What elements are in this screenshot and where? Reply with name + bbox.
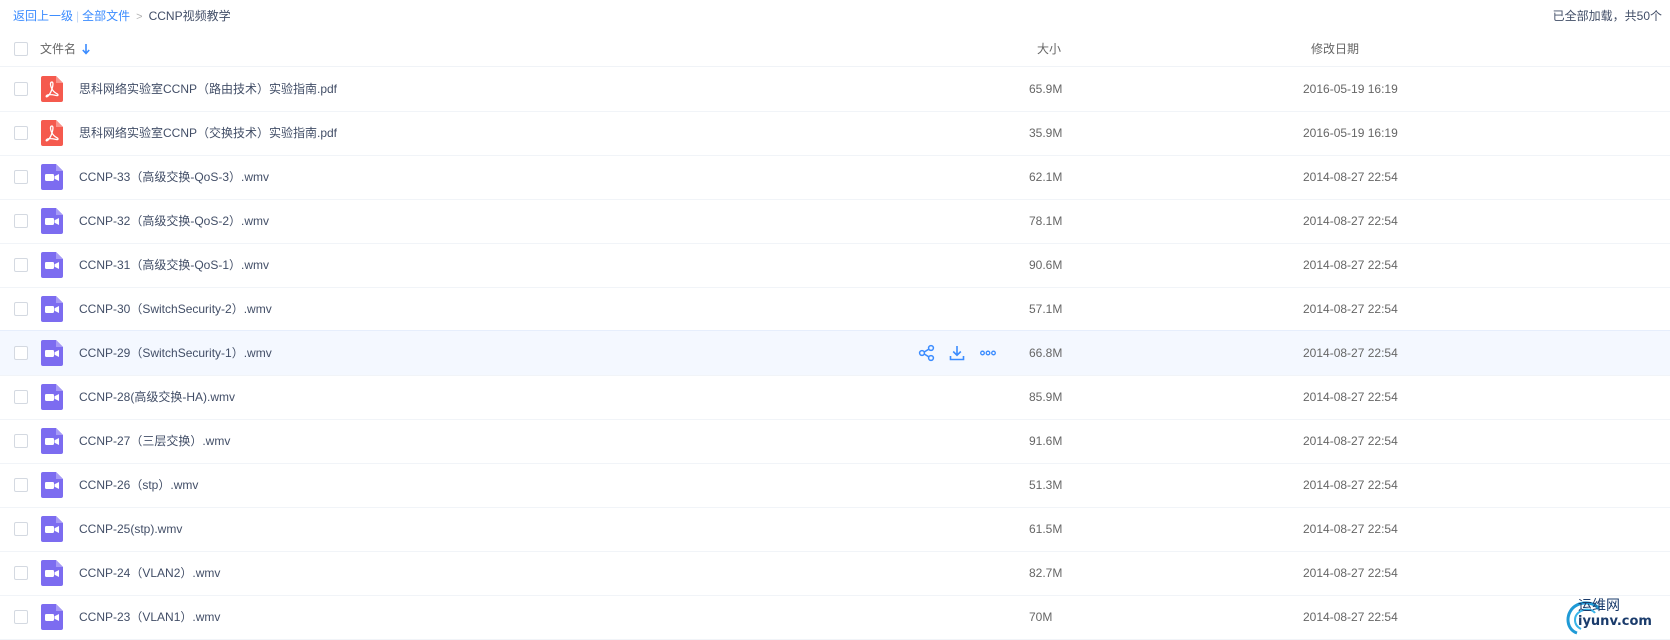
sort-down-arrow-icon[interactable]	[82, 43, 90, 59]
file-row-checkbox[interactable]	[14, 302, 28, 316]
watermark-en: iyunv.com	[1578, 614, 1652, 629]
file-row[interactable]: CCNP-27（三层交换）.wmv 91.6M 2014-08-27 22:54	[0, 419, 1670, 464]
file-row[interactable]: 思科网络实验室CCNP（路由技术）实验指南.pdf 65.9M 2016-05-19…	[0, 67, 1670, 112]
column-name-label: 文件名	[40, 42, 77, 56]
file-name[interactable]: 思科网络实验室CCNP（交换技术）实验指南.pdf	[79, 124, 337, 142]
file-row-checkbox[interactable]	[14, 478, 28, 492]
column-header-date[interactable]: 修改日期	[1311, 41, 1359, 57]
file-name[interactable]: CCNP-29（SwitchSecurity-1）.wmv	[79, 344, 272, 362]
load-status: 已全部加载，共50个	[1552, 9, 1662, 23]
file-name[interactable]: CCNP-30（SwitchSecurity-2）.wmv	[79, 300, 272, 318]
file-name[interactable]: CCNP-24（VLAN2）.wmv	[79, 564, 220, 582]
list-header: 文件名 大小 修改日期	[0, 32, 1670, 67]
file-row[interactable]: 思科网络实验室CCNP（交换技术）实验指南.pdf 35.9M 2016-05-19…	[0, 111, 1670, 156]
file-name[interactable]: CCNP-25(stp).wmv	[79, 520, 182, 538]
file-name[interactable]: CCNP-32（高级交换-QoS-2）.wmv	[79, 212, 269, 230]
file-date: 2014-08-27 22:54	[1303, 434, 1398, 448]
back-link[interactable]: 返回上一级	[13, 9, 73, 23]
file-size: 65.9M	[1029, 82, 1063, 96]
file-date: 2014-08-27 22:54	[1303, 258, 1398, 272]
file-name[interactable]: CCNP-26（stp）.wmv	[79, 476, 198, 494]
file-row-checkbox[interactable]	[14, 214, 28, 228]
video-file-icon	[41, 296, 63, 322]
select-all-checkbox[interactable]	[14, 42, 28, 56]
file-name[interactable]: CCNP-23（VLAN1）.wmv	[79, 608, 220, 626]
file-size: 66.8M	[1029, 346, 1063, 360]
file-row-checkbox[interactable]	[14, 346, 28, 360]
watermark-cn: 运维网	[1578, 598, 1620, 614]
video-file-icon	[41, 560, 63, 586]
file-size: 35.9M	[1029, 126, 1063, 140]
file-row-checkbox[interactable]	[14, 434, 28, 448]
video-file-icon	[41, 604, 63, 630]
video-file-icon	[41, 384, 63, 410]
file-size: 82.7M	[1029, 566, 1063, 580]
file-size: 90.6M	[1029, 258, 1063, 272]
file-date: 2016-05-19 16:19	[1303, 126, 1398, 140]
video-file-icon	[41, 164, 63, 190]
file-row[interactable]: CCNP-26（stp）.wmv 51.3M 2014-08-27 22:54	[0, 463, 1670, 508]
all-files-link[interactable]: 全部文件	[82, 9, 130, 23]
file-date: 2014-08-27 22:54	[1303, 522, 1398, 536]
file-name[interactable]: 思科网络实验室CCNP（路由技术）实验指南.pdf	[79, 80, 337, 98]
file-row[interactable]: CCNP-28(高级交换-HA).wmv 85.9M 2014-08-27 22:5…	[0, 375, 1670, 420]
video-file-icon	[41, 516, 63, 542]
file-size: 70M	[1029, 610, 1053, 624]
file-name[interactable]: CCNP-31（高级交换-QoS-1）.wmv	[79, 256, 269, 274]
pdf-file-icon	[41, 76, 63, 102]
video-file-icon	[41, 252, 63, 278]
file-size: 91.6M	[1029, 434, 1063, 448]
file-date: 2014-08-27 22:54	[1303, 302, 1398, 316]
file-row[interactable]: CCNP-29（SwitchSecurity-1）.wmv 66.8M 2014-0…	[0, 330, 1670, 376]
column-header-name[interactable]: 文件名	[40, 41, 90, 59]
file-name[interactable]: CCNP-28(高级交换-HA).wmv	[79, 388, 235, 406]
video-file-icon	[41, 208, 63, 234]
breadcrumb-separator: |	[76, 9, 80, 23]
file-row-checkbox[interactable]	[14, 610, 28, 624]
file-row[interactable]: CCNP-32（高级交换-QoS-2）.wmv 78.1M 2014-08-27 2…	[0, 199, 1670, 244]
video-file-icon	[41, 340, 63, 366]
file-date: 2014-08-27 22:54	[1303, 346, 1398, 360]
file-date: 2014-08-27 22:54	[1303, 566, 1398, 580]
file-size: 61.5M	[1029, 522, 1063, 536]
file-date: 2014-08-27 22:54	[1303, 214, 1398, 228]
file-date: 2014-08-27 22:54	[1303, 610, 1398, 624]
file-row-checkbox[interactable]	[14, 566, 28, 580]
file-size: 51.3M	[1029, 478, 1063, 492]
breadcrumb: 返回上一级 | 全部文件 > CCNP视频教学	[13, 8, 231, 24]
file-date: 2014-08-27 22:54	[1303, 390, 1398, 404]
file-name[interactable]: CCNP-33（高级交换-QoS-3）.wmv	[79, 168, 269, 186]
file-size: 78.1M	[1029, 214, 1063, 228]
column-header-size[interactable]: 大小	[1037, 41, 1061, 57]
file-row[interactable]: CCNP-23（VLAN1）.wmv 70M 2014-08-27 22:54	[0, 595, 1670, 640]
file-row-checkbox[interactable]	[14, 82, 28, 96]
file-row[interactable]: CCNP-24（VLAN2）.wmv 82.7M 2014-08-27 22:54	[0, 551, 1670, 596]
file-name[interactable]: CCNP-27（三层交换）.wmv	[79, 432, 230, 450]
file-row[interactable]: CCNP-30（SwitchSecurity-2）.wmv 57.1M 2014-0…	[0, 287, 1670, 332]
more-icon[interactable]	[979, 344, 997, 362]
file-row-checkbox[interactable]	[14, 522, 28, 536]
file-size: 85.9M	[1029, 390, 1063, 404]
file-date: 2014-08-27 22:54	[1303, 478, 1398, 492]
file-row-checkbox[interactable]	[14, 126, 28, 140]
file-row[interactable]: CCNP-25(stp).wmv 61.5M 2014-08-27 22:54	[0, 507, 1670, 552]
file-row[interactable]: CCNP-31（高级交换-QoS-1）.wmv 90.6M 2014-08-27 2…	[0, 243, 1670, 288]
video-file-icon	[41, 472, 63, 498]
file-size: 57.1M	[1029, 302, 1063, 316]
breadcrumb-arrow: >	[136, 11, 143, 23]
video-file-icon	[41, 428, 63, 454]
file-date: 2014-08-27 22:54	[1303, 170, 1398, 184]
file-row-checkbox[interactable]	[14, 170, 28, 184]
share-icon[interactable]	[918, 344, 936, 362]
file-date: 2016-05-19 16:19	[1303, 82, 1398, 96]
file-size: 62.1M	[1029, 170, 1063, 184]
pdf-file-icon	[41, 120, 63, 146]
file-row-checkbox[interactable]	[14, 258, 28, 272]
file-row-checkbox[interactable]	[14, 390, 28, 404]
download-icon[interactable]	[948, 344, 966, 362]
file-row[interactable]: CCNP-33（高级交换-QoS-3）.wmv 62.1M 2014-08-27 2…	[0, 155, 1670, 200]
current-folder: CCNP视频教学	[148, 9, 231, 23]
